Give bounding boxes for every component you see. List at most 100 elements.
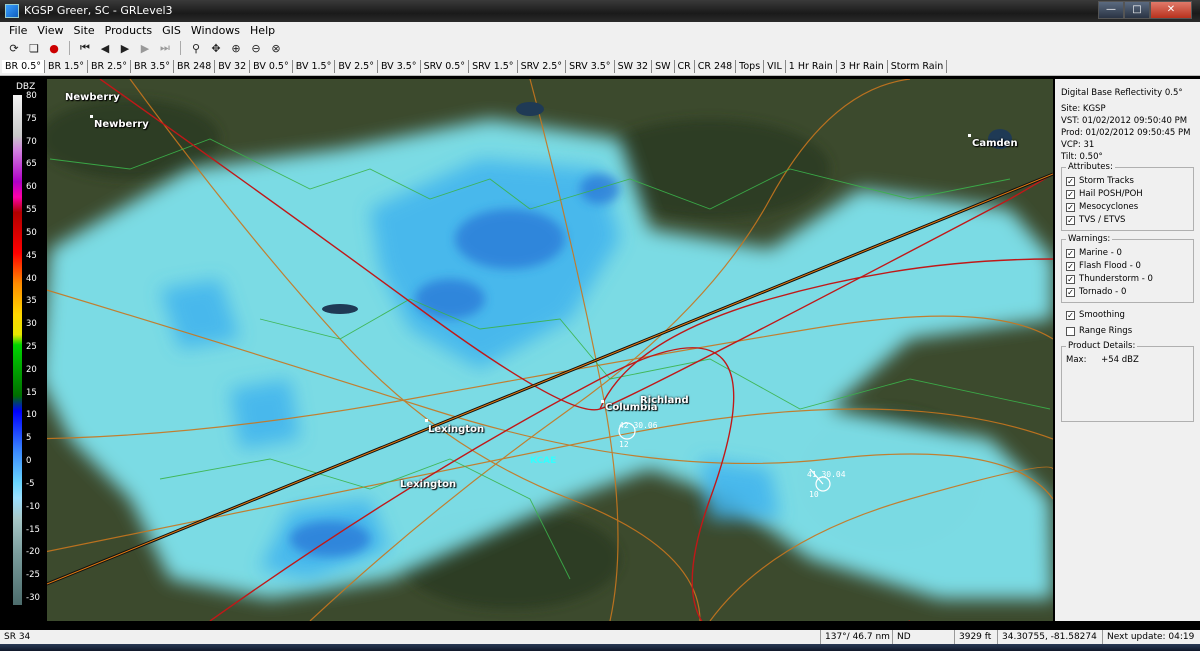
zoom-out-icon[interactable]: ⊖ xyxy=(248,40,264,56)
tab-sw-32[interactable]: SW 32 xyxy=(615,60,653,73)
tab-storm-rain[interactable]: Storm Rain xyxy=(888,60,948,73)
tab-srv-0-5[interactable]: SRV 0.5° xyxy=(421,60,470,73)
tab-bv-1-5[interactable]: BV 1.5° xyxy=(293,60,336,73)
tab-srv-1-5[interactable]: SRV 1.5° xyxy=(469,60,518,73)
dbz-legend: DBZ 80 75 70 65 60 55 50 45 40 35 30 25 20 15 10 5 0 -5 -1… xyxy=(10,79,47,621)
legend-tick: 20 xyxy=(26,364,37,375)
checkbox-hail[interactable]: ✓ Hail POSH/POH xyxy=(1066,188,1190,201)
checkbox-label: Range Rings xyxy=(1079,326,1133,336)
status-next-update: Next update: 04:19 xyxy=(1102,630,1200,644)
menu-bar: File View Site Products GIS Windows Help xyxy=(0,22,1200,38)
legend-color-bar xyxy=(13,95,22,605)
legend-tick: 15 xyxy=(26,387,37,398)
maximize-button[interactable]: □ xyxy=(1124,1,1150,19)
tab-bv-32[interactable]: BV 32 xyxy=(215,60,251,73)
tab-br-1-5[interactable]: BR 1.5° xyxy=(45,60,88,73)
checkbox-label: Smoothing xyxy=(1079,310,1125,320)
checkmark-icon: ✓ xyxy=(1066,249,1075,258)
minimize-icon: — xyxy=(1106,4,1116,15)
checkbox-label: Storm Tracks xyxy=(1079,176,1134,186)
checkbox-label: Thunderstorm - 0 xyxy=(1079,274,1153,284)
site-info: Site: KGSP xyxy=(1061,104,1106,114)
checkbox-label: Tornado - 0 xyxy=(1079,287,1127,297)
menu-gis[interactable]: GIS xyxy=(157,24,186,37)
skip-back-icon[interactable]: ⏮ xyxy=(77,40,93,56)
zoom-in-icon[interactable]: ⊕ xyxy=(228,40,244,56)
legend-tick: -25 xyxy=(26,570,40,581)
checkmark-icon: ✓ xyxy=(1066,203,1075,212)
status-value: ND xyxy=(892,630,954,644)
storm-cell-num: 10 xyxy=(809,490,819,499)
legend-tick: 5 xyxy=(26,433,32,444)
checkbox-tornado[interactable]: ✓ Tornado - 0 xyxy=(1066,286,1190,299)
checkbox-label: Mesocyclones xyxy=(1079,202,1139,212)
copy-icon[interactable]: ❏ xyxy=(26,40,42,56)
tab-3hr-rain[interactable]: 3 Hr Rain xyxy=(837,60,888,73)
step-forward-icon[interactable]: ▶ xyxy=(137,40,153,56)
checkbox-label: TVS / ETVS xyxy=(1079,215,1126,225)
details-max: Max: +54 dBZ xyxy=(1066,354,1190,366)
close-button[interactable]: ✕ xyxy=(1150,1,1192,19)
storm-cell-id[interactable]: 41 30.04 xyxy=(807,470,846,479)
storm-cell-num: 12 xyxy=(619,440,629,449)
menu-products[interactable]: Products xyxy=(100,24,158,37)
tab-br-248[interactable]: BR 248 xyxy=(174,60,216,73)
refresh-icon[interactable]: ⟳ xyxy=(6,40,22,56)
tab-sw[interactable]: SW xyxy=(652,60,675,73)
menu-help[interactable]: Help xyxy=(245,24,280,37)
menu-file[interactable]: File xyxy=(4,24,32,37)
tab-cr[interactable]: CR xyxy=(675,60,695,73)
zoom-reset-icon[interactable]: ⊗ xyxy=(268,40,284,56)
status-coords: 34.30755, -81.58274 xyxy=(997,630,1102,644)
checkbox-flash-flood[interactable]: ✓ Flash Flood - 0 xyxy=(1066,260,1190,273)
record-icon[interactable]: ● xyxy=(46,40,62,56)
checkbox-mesocyclones[interactable]: ✓ Mesocyclones xyxy=(1066,201,1190,214)
storm-cell-id[interactable]: 42 30.06 xyxy=(619,421,658,430)
product-name: Digital Base Reflectivity 0.5° xyxy=(1061,88,1183,98)
tab-bv-2-5[interactable]: BV 2.5° xyxy=(335,60,378,73)
tab-vil[interactable]: VIL xyxy=(764,60,786,73)
tab-bv-0-5[interactable]: BV 0.5° xyxy=(250,60,293,73)
tab-srv-2-5[interactable]: SRV 2.5° xyxy=(518,60,567,73)
zoom-icon[interactable]: ⚲ xyxy=(188,40,204,56)
product-details-group: Product Details: Max: +54 dBZ xyxy=(1061,341,1194,422)
vcp-info: VCP: 31 xyxy=(1061,140,1095,150)
status-left: SR 34 xyxy=(4,632,31,642)
place-label-lexington: Lexington xyxy=(428,424,485,435)
checkbox-tvs[interactable]: ✓ TVS / ETVS xyxy=(1066,214,1190,227)
tab-1hr-rain[interactable]: 1 Hr Rain xyxy=(786,60,837,73)
legend-tick: 60 xyxy=(26,182,37,193)
radar-image xyxy=(10,79,1053,621)
status-bar: SR 34 137°/ 46.7 nm ND 3929 ft 34.30755,… xyxy=(0,630,1200,644)
minimize-button[interactable]: — xyxy=(1098,1,1124,19)
tab-bv-3-5[interactable]: BV 3.5° xyxy=(378,60,421,73)
place-marker xyxy=(601,400,604,403)
tab-br-3-5[interactable]: BR 3.5° xyxy=(131,60,174,73)
checkbox-smoothing[interactable]: ✓ Smoothing xyxy=(1061,309,1194,322)
menu-windows[interactable]: Windows xyxy=(186,24,245,37)
checkmark-icon: ✓ xyxy=(1066,190,1075,199)
legend-tick: 30 xyxy=(26,319,37,330)
checkbox-storm-tracks[interactable]: ✓ Storm Tracks xyxy=(1066,175,1190,188)
tab-cr-248[interactable]: CR 248 xyxy=(695,60,737,73)
tab-br-2-5[interactable]: BR 2.5° xyxy=(88,60,131,73)
tab-srv-3-5[interactable]: SRV 3.5° xyxy=(566,60,615,73)
checkbox-thunderstorm[interactable]: ✓ Thunderstorm - 0 xyxy=(1066,273,1190,286)
toolbar-separator xyxy=(69,41,70,55)
checkmark-icon: ✓ xyxy=(1066,177,1075,186)
skip-forward-icon[interactable]: ⏭ xyxy=(157,40,173,56)
place-label-camden: Camden xyxy=(972,138,1018,149)
checkbox-range-rings[interactable]: Range Rings xyxy=(1061,325,1194,338)
menu-site[interactable]: Site xyxy=(69,24,100,37)
tab-br-0-5[interactable]: BR 0.5° xyxy=(2,60,45,73)
step-back-icon[interactable]: ◀ xyxy=(97,40,113,56)
tab-tops[interactable]: Tops xyxy=(736,60,765,73)
menu-view[interactable]: View xyxy=(32,24,68,37)
play-icon[interactable]: ▶ xyxy=(117,40,133,56)
warnings-title: Warnings: xyxy=(1066,234,1113,244)
radar-map[interactable]: Newberry Newberry Camden Columbia Richla… xyxy=(10,79,1053,621)
pan-icon[interactable]: ✥ xyxy=(208,40,224,56)
app-icon xyxy=(5,4,19,18)
checkbox-marine[interactable]: ✓ Marine - 0 xyxy=(1066,247,1190,260)
toolbar: ⟳ ❏ ● ⏮ ◀ ▶ ▶ ⏭ ⚲ ✥ ⊕ ⊖ ⊗ xyxy=(0,38,1200,58)
